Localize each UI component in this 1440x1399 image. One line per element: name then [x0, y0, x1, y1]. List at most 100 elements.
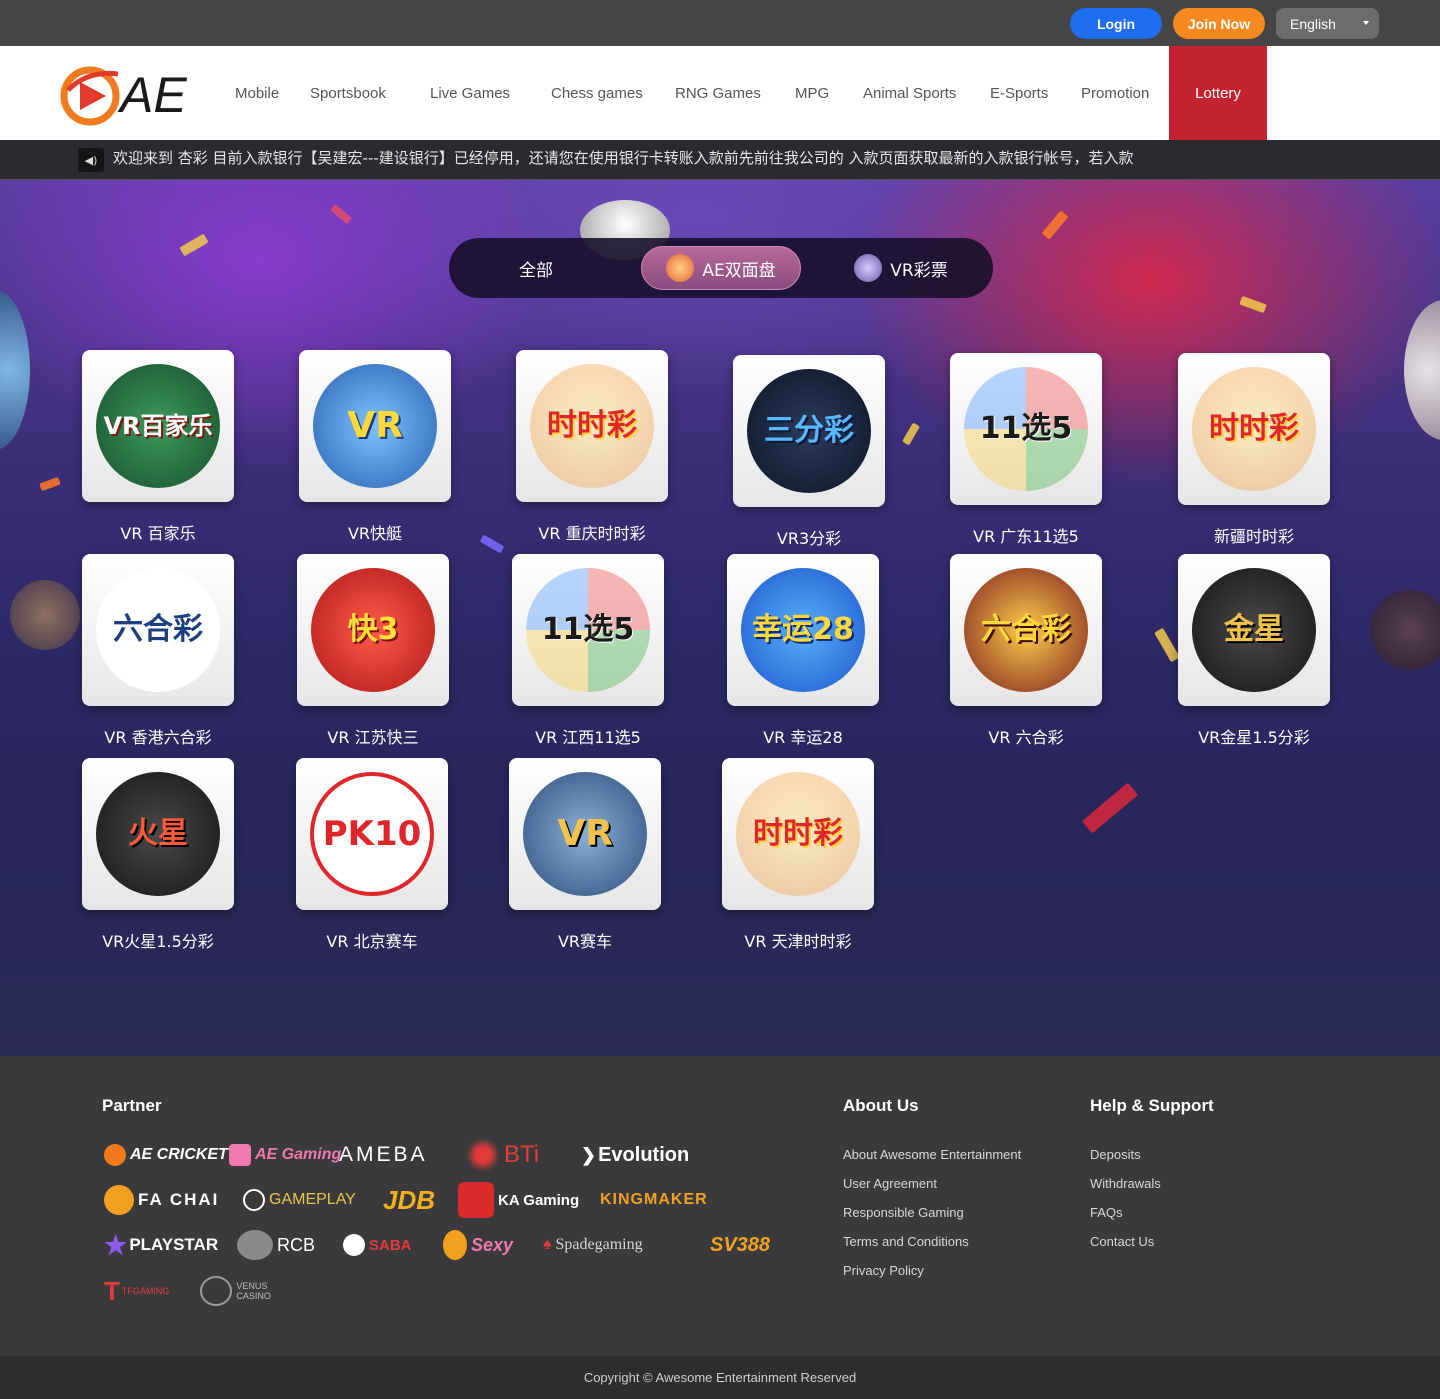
- game-card[interactable]: 快3 VR 江苏快三: [297, 554, 449, 748]
- game-tile[interactable]: 11选5: [950, 353, 1102, 505]
- partner-sv388[interactable]: SV388: [710, 1228, 770, 1262]
- game-title[interactable]: VR 天津时时彩: [698, 928, 898, 952]
- game-art-text: 时时彩: [1209, 411, 1299, 446]
- game-card[interactable]: VR百家乐 VR 百家乐: [82, 350, 234, 544]
- game-tile[interactable]: PK10: [296, 758, 448, 910]
- game-title[interactable]: VR 江苏快三: [273, 724, 473, 748]
- vr-logo-icon: [854, 254, 883, 282]
- game-card[interactable]: 六合彩 VR 六合彩: [950, 554, 1102, 748]
- game-tile[interactable]: 六合彩: [950, 554, 1102, 706]
- nav-promotion[interactable]: Promotion: [1081, 46, 1149, 140]
- nav-esports[interactable]: E-Sports: [990, 46, 1048, 140]
- tab-ae[interactable]: AE双面盘: [641, 246, 801, 290]
- game-card[interactable]: 金星 VR金星1.5分彩: [1178, 554, 1330, 748]
- game-tile[interactable]: 火星: [82, 758, 234, 910]
- game-title[interactable]: VR金星1.5分彩: [1154, 724, 1354, 748]
- game-title[interactable]: VR 幸运28: [703, 724, 903, 748]
- about-link[interactable]: Terms and Conditions: [843, 1234, 969, 1249]
- tab-all-label: 全部: [519, 260, 553, 281]
- language-select[interactable]: English: [1276, 8, 1379, 39]
- help-link[interactable]: Deposits: [1090, 1147, 1141, 1162]
- game-tile[interactable]: VR: [299, 350, 451, 502]
- partner-bti[interactable]: BTi: [466, 1138, 539, 1172]
- game-tile[interactable]: 金星: [1178, 554, 1330, 706]
- game-card[interactable]: 时时彩 VR 重庆时时彩: [516, 350, 668, 544]
- game-tile[interactable]: 快3: [297, 554, 449, 706]
- game-tile[interactable]: 六合彩: [82, 554, 234, 706]
- game-card[interactable]: 幸运28 VR 幸运28: [727, 554, 879, 748]
- partner-jdb[interactable]: JDB: [383, 1183, 435, 1217]
- partner-ae-cricket[interactable]: AE CRICKET: [104, 1138, 228, 1172]
- tab-vr[interactable]: VR彩票: [841, 246, 961, 290]
- game-card[interactable]: 时时彩 VR 天津时时彩: [722, 758, 874, 952]
- help-link[interactable]: Contact Us: [1090, 1234, 1154, 1249]
- brand-logo[interactable]: AE: [58, 60, 198, 126]
- partner-kingmaker[interactable]: KINGMAKER: [600, 1183, 708, 1217]
- partner-ae-gaming[interactable]: AE Gaming: [229, 1138, 341, 1172]
- partner-tfgaming[interactable]: T TFGAMING: [104, 1274, 169, 1308]
- game-tile[interactable]: VR: [509, 758, 661, 910]
- partner-sexy[interactable]: Sexy: [443, 1228, 513, 1262]
- about-link[interactable]: User Agreement: [843, 1176, 937, 1191]
- partner-fa-chai[interactable]: FA CHAI: [104, 1183, 219, 1217]
- nav-mobile[interactable]: Mobile: [235, 46, 279, 140]
- game-card[interactable]: PK10 VR 北京赛车: [296, 758, 448, 952]
- about-link[interactable]: Privacy Policy: [843, 1263, 924, 1278]
- evolution-icon: ❯: [581, 1144, 597, 1165]
- game-tile[interactable]: VR百家乐: [82, 350, 234, 502]
- nav-chess-games[interactable]: Chess games: [551, 46, 643, 140]
- game-title[interactable]: VR 香港六合彩: [58, 724, 258, 748]
- tab-all[interactable]: 全部: [499, 246, 573, 290]
- game-tile[interactable]: 11选5: [512, 554, 664, 706]
- game-card[interactable]: 三分彩 VR3分彩: [733, 355, 885, 549]
- game-title[interactable]: VR 重庆时时彩: [492, 520, 692, 544]
- partner-name: AE CRICKET: [130, 1146, 228, 1163]
- game-tile[interactable]: 幸运28: [727, 554, 879, 706]
- game-title[interactable]: VR赛车: [485, 928, 685, 952]
- game-title[interactable]: VR火星1.5分彩: [58, 928, 258, 952]
- partner-evolution[interactable]: ❯ Evolution: [581, 1138, 689, 1172]
- about-link[interactable]: About Awesome Entertainment: [843, 1147, 1021, 1162]
- partner-ka-gaming[interactable]: KA Gaming: [458, 1182, 579, 1218]
- game-tile[interactable]: 时时彩: [516, 350, 668, 502]
- join-now-button[interactable]: Join Now: [1173, 8, 1265, 39]
- partner-venus-casino[interactable]: VENUS CASINO: [200, 1274, 290, 1308]
- partner-name: AMEBA: [339, 1143, 428, 1166]
- confetti-decoration: [1154, 627, 1180, 663]
- game-card[interactable]: VR VR赛车: [509, 758, 661, 952]
- game-tile[interactable]: 三分彩: [733, 355, 885, 507]
- game-card[interactable]: 时时彩 新疆时时彩: [1178, 353, 1330, 547]
- partner-gameplay[interactable]: GAMEPLAY: [243, 1183, 356, 1217]
- game-title[interactable]: VR 江西11选5: [488, 724, 688, 748]
- help-link[interactable]: FAQs: [1090, 1205, 1123, 1220]
- confetti-decoration: [1239, 295, 1267, 314]
- partner-saba[interactable]: SABA: [343, 1228, 412, 1262]
- game-card[interactable]: 11选5 VR 江西11选5: [512, 554, 664, 748]
- nav-sportsbook[interactable]: Sportsbook: [310, 46, 386, 140]
- game-tile[interactable]: 时时彩: [722, 758, 874, 910]
- game-card[interactable]: 六合彩 VR 香港六合彩: [82, 554, 234, 748]
- game-title[interactable]: VR 广东11选5: [926, 523, 1126, 547]
- nav-mpg[interactable]: MPG: [795, 46, 829, 140]
- nav-animal-sports[interactable]: Animal Sports: [863, 46, 956, 140]
- game-title[interactable]: VR 六合彩: [926, 724, 1126, 748]
- game-title[interactable]: 新疆时时彩: [1154, 523, 1354, 547]
- help-link[interactable]: Withdrawals: [1090, 1176, 1161, 1191]
- game-card[interactable]: 11选5 VR 广东11选5: [950, 353, 1102, 547]
- login-button[interactable]: Login: [1070, 8, 1162, 39]
- game-title[interactable]: VR3分彩: [709, 525, 909, 549]
- nav-rng-games[interactable]: RNG Games: [675, 46, 761, 140]
- game-card[interactable]: VR VR快艇: [299, 350, 451, 544]
- partner-playstar[interactable]: ★ PLAYSTAR: [104, 1228, 218, 1262]
- game-card[interactable]: 火星 VR火星1.5分彩: [82, 758, 234, 952]
- about-link[interactable]: Responsible Gaming: [843, 1205, 964, 1220]
- nav-live-games[interactable]: Live Games: [430, 46, 510, 140]
- game-tile[interactable]: 时时彩: [1178, 353, 1330, 505]
- game-title[interactable]: VR 北京赛车: [272, 928, 472, 952]
- nav-lottery[interactable]: Lottery: [1169, 46, 1267, 140]
- partner-spadegaming[interactable]: ♠ Spadegaming: [543, 1228, 643, 1262]
- game-title[interactable]: VR快艇: [275, 520, 475, 544]
- partner-rcb[interactable]: RCB: [237, 1228, 315, 1262]
- game-title[interactable]: VR 百家乐: [58, 520, 258, 544]
- partner-ameba[interactable]: AMEBA: [339, 1138, 428, 1172]
